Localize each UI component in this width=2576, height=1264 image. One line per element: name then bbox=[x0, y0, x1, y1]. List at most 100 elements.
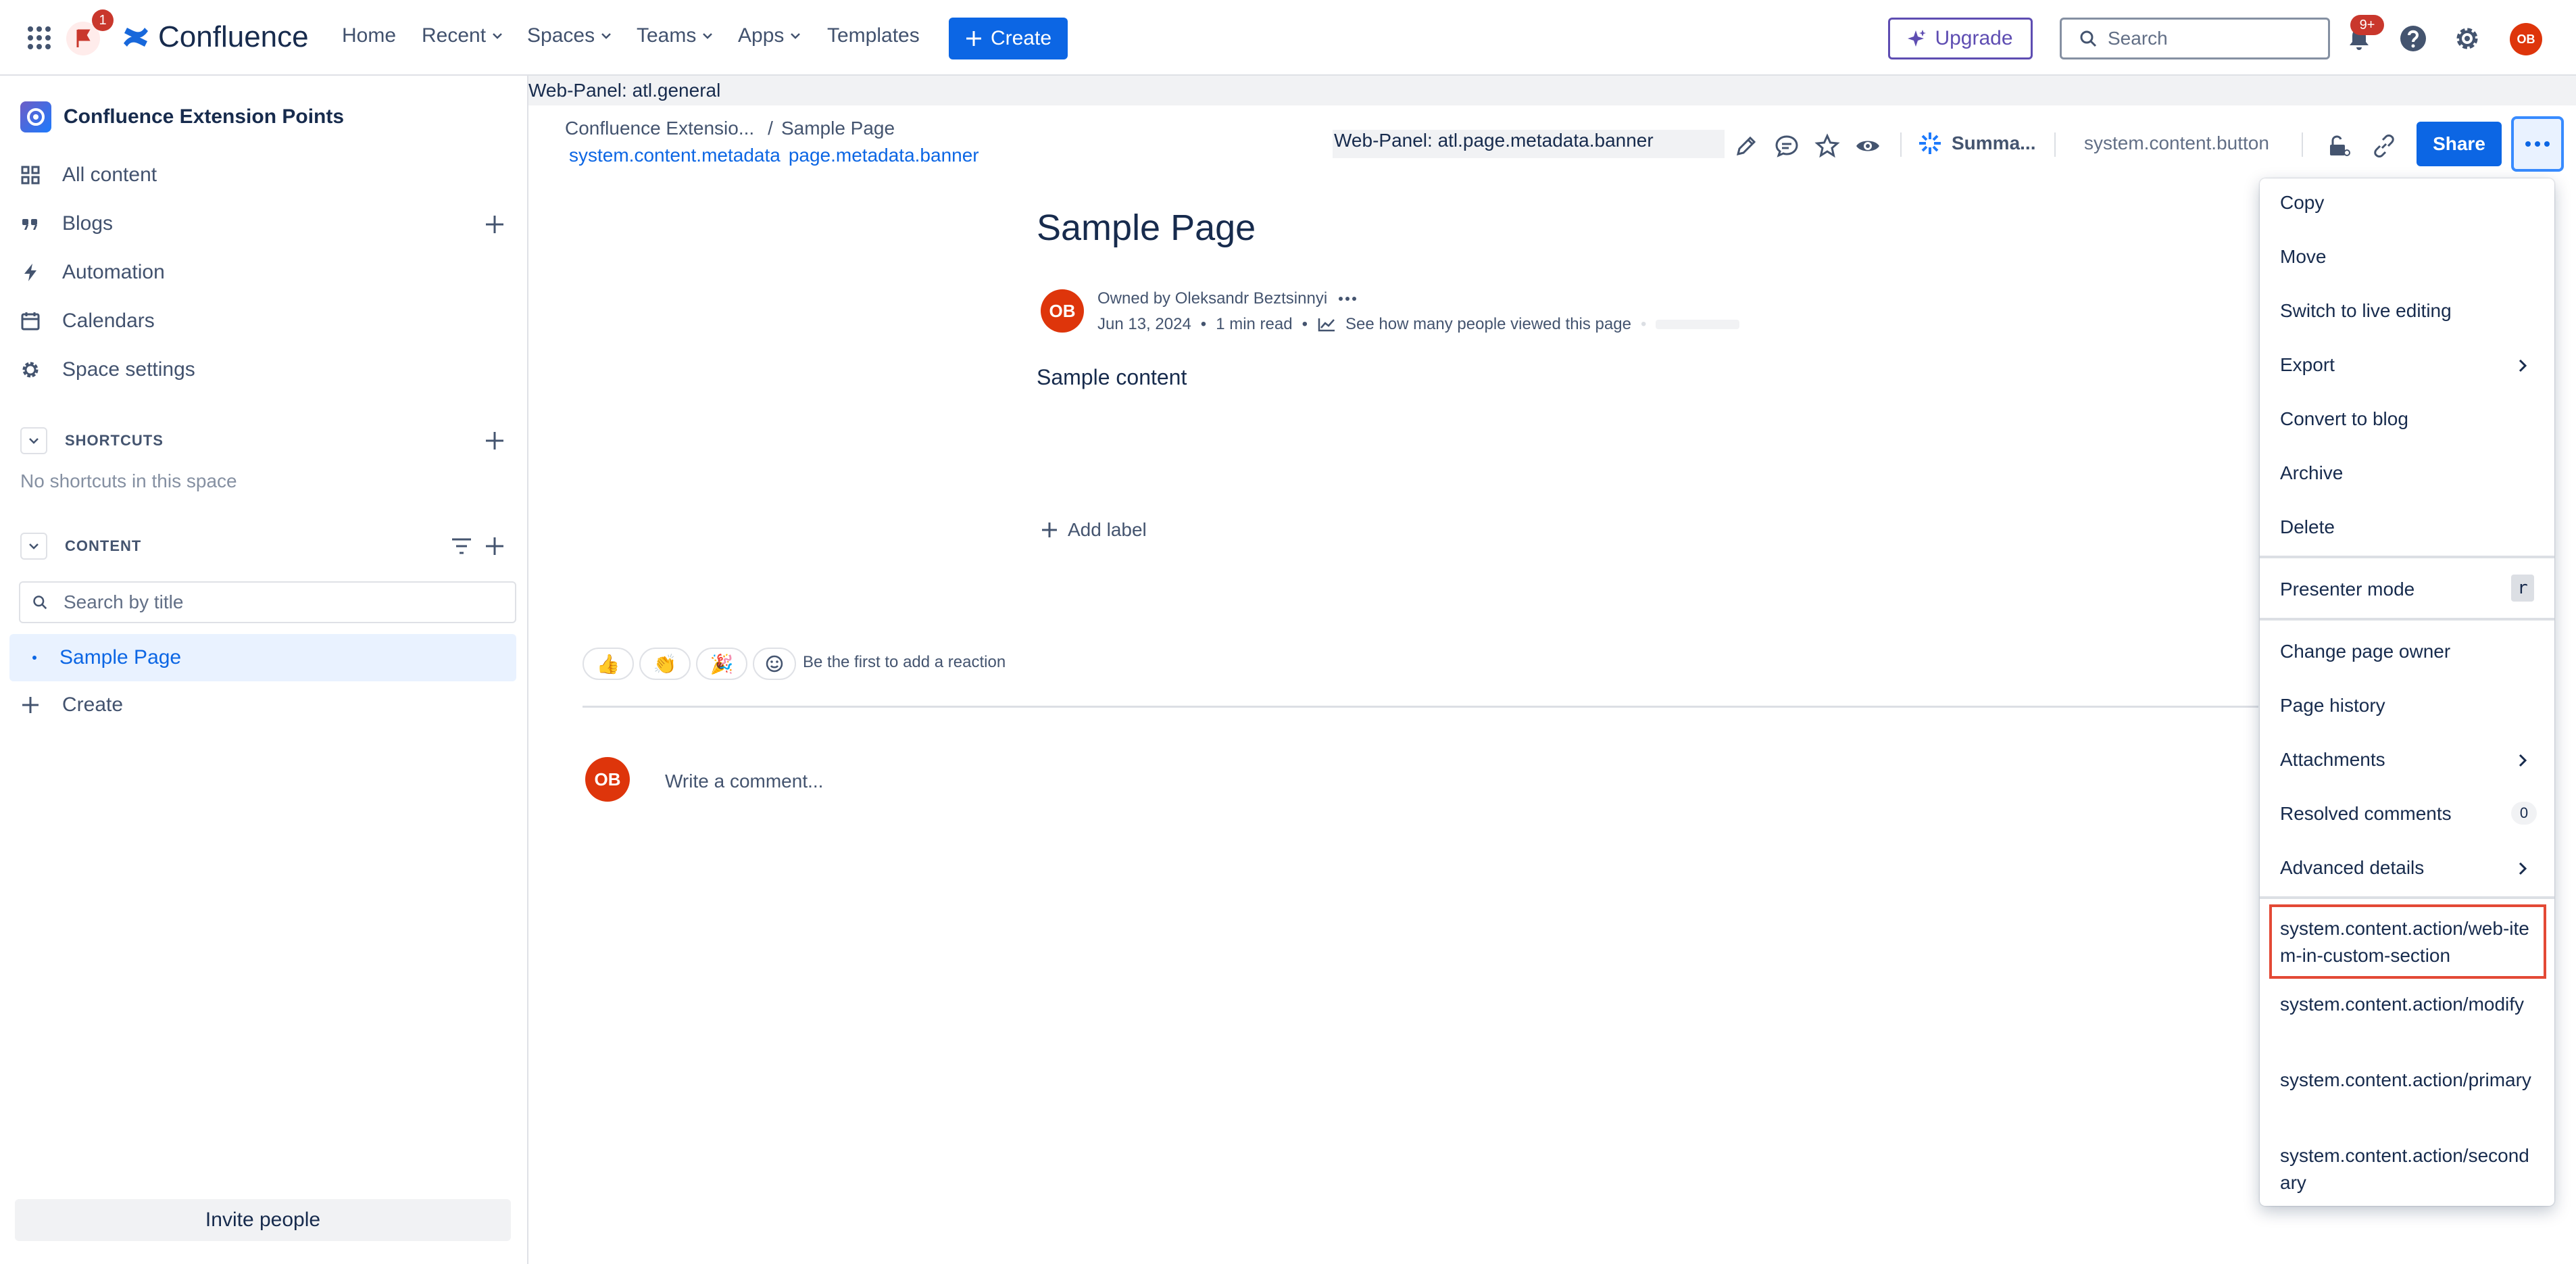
shortcuts-section-header[interactable]: SHORTCUTS bbox=[20, 427, 164, 454]
menu-item-change-owner[interactable]: Change page owner bbox=[2280, 641, 2450, 662]
settings-gear-icon[interactable] bbox=[2453, 24, 2481, 53]
more-actions-button[interactable] bbox=[2511, 116, 2564, 172]
reaction-clap[interactable]: 👏 bbox=[639, 648, 691, 680]
user-avatar[interactable]: OB bbox=[2510, 23, 2542, 55]
star-icon[interactable] bbox=[1814, 132, 1841, 160]
tree-item-sample-page[interactable]: Sample Page bbox=[9, 634, 516, 681]
nav-home[interactable]: Home bbox=[342, 24, 396, 47]
restrictions-lock-icon[interactable] bbox=[2325, 132, 2352, 160]
menu-item-export[interactable]: Export bbox=[2280, 354, 2335, 376]
space-sidebar: Confluence Extension Points All content … bbox=[0, 76, 528, 1264]
sidebar-item-space-settings[interactable]: Space settings bbox=[20, 358, 195, 381]
metadata-links: system.content.metadata page.metadata.ba… bbox=[569, 145, 979, 166]
top-navigation: 1 Confluence Home Recent Spaces Teams Ap… bbox=[0, 0, 2576, 76]
more-dots-icon[interactable] bbox=[1338, 296, 1357, 301]
breadcrumb-separator: / bbox=[768, 118, 773, 139]
menu-item-convert-to-blog[interactable]: Convert to blog bbox=[2280, 408, 2408, 430]
chevron-down-icon bbox=[791, 33, 801, 39]
system-content-metadata-link[interactable]: system.content.metadata bbox=[569, 145, 781, 166]
grid-icon bbox=[21, 166, 40, 185]
menu-item-copy[interactable]: Copy bbox=[2280, 192, 2324, 214]
create-button[interactable]: Create bbox=[949, 18, 1068, 59]
menu-separator bbox=[2260, 896, 2554, 899]
reaction-thumbs-up[interactable]: 👍 bbox=[583, 648, 634, 680]
add-shortcut-plus-icon[interactable] bbox=[484, 430, 505, 452]
comments-divider bbox=[583, 706, 2258, 708]
read-time: 1 min read bbox=[1216, 315, 1293, 333]
menu-item-attachments[interactable]: Attachments bbox=[2280, 749, 2385, 771]
chevron-right-icon bbox=[2519, 862, 2527, 875]
space-header[interactable]: Confluence Extension Points bbox=[20, 101, 344, 132]
menu-item-delete[interactable]: Delete bbox=[2280, 516, 2335, 538]
page-metadata-banner-link[interactable]: page.metadata.banner bbox=[789, 145, 979, 166]
sidebar-item-all-content[interactable]: All content bbox=[20, 164, 157, 187]
menu-item-presenter-mode[interactable]: Presenter mode bbox=[2280, 579, 2414, 600]
system-content-button[interactable]: system.content.button bbox=[2084, 132, 2269, 154]
sidebar-item-automation[interactable]: Automation bbox=[20, 261, 165, 284]
help-icon[interactable] bbox=[2399, 24, 2427, 53]
presenter-shortcut-key: r bbox=[2511, 575, 2534, 602]
add-reaction-emoji-icon[interactable] bbox=[753, 648, 796, 680]
filter-icon[interactable] bbox=[450, 535, 473, 557]
sidebar-create[interactable]: Create bbox=[20, 694, 123, 716]
search-icon bbox=[2080, 30, 2097, 47]
notifications-badge: 9+ bbox=[2350, 15, 2384, 35]
resolved-count-badge: 0 bbox=[2511, 802, 2537, 825]
nav-recent[interactable]: Recent bbox=[422, 24, 503, 47]
chevron-right-icon bbox=[2519, 754, 2527, 767]
more-dots-icon bbox=[2525, 141, 2550, 147]
menu-item-archive[interactable]: Archive bbox=[2280, 462, 2343, 484]
page-views-link[interactable]: See how many people viewed this page bbox=[1345, 315, 1631, 334]
divider bbox=[2054, 132, 2056, 157]
comment-input[interactable]: Write a comment... bbox=[665, 771, 823, 792]
menu-item-secondary[interactable]: system.content.action/secondary bbox=[2280, 1142, 2537, 1196]
sidebar-item-blogs[interactable]: Blogs bbox=[20, 212, 113, 235]
page-owner: Owned by Oleksandr Beztsinnyi bbox=[1097, 289, 1357, 308]
breadcrumb-page[interactable]: Sample Page bbox=[781, 118, 895, 139]
confluence-logo-icon bbox=[124, 28, 148, 47]
author-avatar[interactable]: OB bbox=[1041, 289, 1084, 333]
add-content-plus-icon[interactable] bbox=[484, 535, 505, 557]
chevron-down-icon bbox=[703, 33, 713, 39]
add-label-button[interactable]: Add label bbox=[1041, 519, 1147, 541]
watch-eye-icon[interactable] bbox=[1854, 132, 1881, 160]
add-blog-plus-icon[interactable] bbox=[484, 214, 505, 235]
edit-pencil-icon[interactable] bbox=[1733, 132, 1760, 160]
upgrade-button[interactable]: Upgrade bbox=[1888, 18, 2033, 59]
nav-templates[interactable]: Templates bbox=[827, 24, 920, 47]
analytics-chart-icon bbox=[1318, 318, 1335, 332]
menu-item-resolved-comments[interactable]: Resolved comments bbox=[2280, 803, 2452, 825]
breadcrumb-space[interactable]: Confluence Extensio... bbox=[565, 118, 754, 139]
notification-badge: 1 bbox=[92, 9, 114, 31]
menu-item-primary[interactable]: system.content.action/primary bbox=[2280, 1067, 2537, 1094]
nav-spaces[interactable]: Spaces bbox=[527, 24, 612, 47]
share-button[interactable]: Share bbox=[2417, 122, 2502, 166]
copy-link-icon[interactable] bbox=[2371, 132, 2398, 160]
webpanel-general: Web-Panel: atl.general bbox=[528, 76, 2576, 105]
summarize-button[interactable]: Summa... bbox=[1918, 131, 2035, 155]
invite-people-button[interactable]: Invite people bbox=[15, 1199, 511, 1241]
page-meta-line: Jun 13, 2024 • 1 min read • See how many… bbox=[1097, 315, 1740, 334]
reaction-party[interactable]: 🎉 bbox=[696, 648, 747, 680]
menu-item-switch-live-editing[interactable]: Switch to live editing bbox=[2280, 300, 2452, 322]
bullet-icon bbox=[32, 656, 36, 660]
nav-teams[interactable]: Teams bbox=[637, 24, 714, 47]
content-section-header[interactable]: CONTENT bbox=[20, 533, 141, 560]
app-switcher-icon[interactable] bbox=[27, 26, 51, 50]
menu-item-move[interactable]: Move bbox=[2280, 246, 2326, 268]
menu-item-modify[interactable]: system.content.action/modify bbox=[2280, 991, 2537, 1018]
search-input[interactable]: Search bbox=[2060, 18, 2330, 59]
menu-item-web-item-custom-section[interactable]: system.content.action/web-item-in-custom… bbox=[2280, 915, 2537, 969]
comment-icon[interactable] bbox=[1773, 132, 1800, 160]
menu-item-advanced-details[interactable]: Advanced details bbox=[2280, 857, 2424, 879]
commenter-avatar: OB bbox=[585, 757, 630, 802]
chevron-down-icon bbox=[601, 33, 611, 39]
confluence-logo[interactable]: Confluence bbox=[122, 20, 309, 54]
plus-icon bbox=[22, 697, 39, 713]
gear-icon bbox=[22, 362, 39, 378]
sidebar-item-calendars[interactable]: Calendars bbox=[20, 310, 155, 333]
search-by-title-input[interactable]: Search by title bbox=[19, 581, 516, 623]
plus-icon bbox=[966, 31, 981, 46]
menu-item-page-history[interactable]: Page history bbox=[2280, 695, 2385, 716]
nav-apps[interactable]: Apps bbox=[738, 24, 801, 47]
